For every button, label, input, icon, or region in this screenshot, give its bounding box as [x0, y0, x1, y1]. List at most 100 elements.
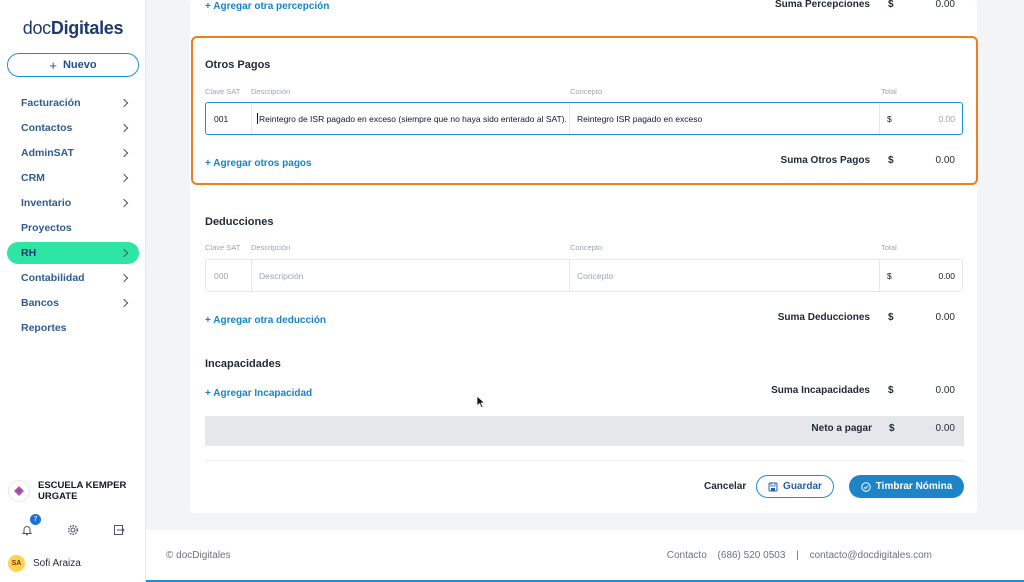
check-circle-icon	[861, 481, 871, 492]
sidebar-item-label: Inventario	[21, 197, 72, 209]
sidebar-item-label: Bancos	[21, 297, 59, 309]
organization-name-line1: ESCUELA KEMPER	[38, 480, 127, 491]
logo-bold-text: Digitales	[50, 18, 124, 38]
footer-copyright: © docDigitales	[166, 550, 231, 561]
section-divider	[205, 460, 964, 461]
sidebar-item-label: Proyectos	[21, 222, 72, 234]
sidebar-item-bancos[interactable]: Bancos	[7, 292, 139, 314]
clave-sat-input[interactable]: 000	[206, 260, 251, 291]
new-button[interactable]: + Nuevo	[7, 53, 139, 77]
add-other-payments-link[interactable]: + Agregar otros pagos	[205, 158, 312, 169]
concepto-input[interactable]: Reintegro ISR pagado en exceso	[569, 103, 879, 134]
save-button-label: Guardar	[783, 481, 822, 492]
text-caret	[257, 113, 258, 124]
column-header-clave: Clave SAT	[205, 243, 241, 252]
clave-sat-value: 001	[214, 113, 229, 124]
add-disability-link[interactable]: + Agregar Incapacidad	[205, 388, 312, 399]
chevron-right-icon	[119, 98, 129, 108]
total-input[interactable]: $ 0.00	[879, 103, 963, 134]
avatar: SA	[8, 555, 25, 572]
logo[interactable]: docDigitales	[0, 18, 146, 39]
logout-icon	[114, 525, 125, 535]
net-pay-label-text: Neto a pagar	[811, 423, 872, 434]
chevron-right-icon	[119, 248, 129, 258]
total-currency: $	[887, 113, 892, 124]
add-perception-link[interactable]: + Agregar otra percepción	[205, 1, 329, 12]
other-payment-row: 001 Reintegro de ISR pagado en exceso (s…	[205, 102, 963, 135]
disabilities-title: Incapacidades	[205, 358, 281, 370]
sidebar-item-label: Reportes	[21, 322, 67, 334]
organization-name-line2: URGATE	[38, 491, 78, 502]
disabilities-sum-label-text: Suma Incapacidades	[771, 385, 870, 396]
sidebar-tools: 7	[14, 514, 132, 541]
concepto-input[interactable]: Concepto	[569, 260, 879, 291]
sidebar-nav: Facturación Contactos AdminSAT CRM Inven…	[7, 92, 139, 342]
gear-icon	[67, 524, 79, 536]
footer: © docDigitales Contacto (686) 520 0503 |…	[146, 530, 1024, 582]
sidebar-item-label: RH	[21, 247, 37, 259]
save-icon	[768, 482, 778, 491]
other-payments-sum-value: 0.00	[935, 155, 955, 166]
sidebar-item-facturacion[interactable]: Facturación	[7, 92, 139, 114]
user-profile[interactable]: SA Sofi Araiza	[8, 555, 81, 572]
perceptions-sum-label-text: Suma Percepciones	[774, 0, 870, 10]
footer-email[interactable]: contacto@docdigitales.com	[810, 550, 932, 561]
descripcion-input[interactable]: Reintegro de ISR pagado en exceso (siemp…	[251, 103, 569, 134]
deductions-title: Deducciones	[205, 216, 274, 228]
sidebar-item-contabilidad[interactable]: Contabilidad	[7, 267, 139, 289]
sidebar-item-contactos[interactable]: Contactos	[7, 117, 139, 139]
bell-icon	[21, 526, 33, 536]
add-deduction-link[interactable]: + Agregar otra deducción	[205, 315, 326, 326]
chevron-right-icon	[119, 148, 129, 158]
notifications-button[interactable]: 7	[14, 514, 41, 541]
column-header-concepto: Concepto	[570, 243, 603, 252]
organization-name: ESCUELA KEMPER URGATE	[38, 480, 126, 502]
notification-count-badge: 7	[30, 514, 41, 525]
total-input[interactable]: $ 0.00	[879, 260, 963, 291]
deductions-sum-label-text: Suma Deducciones	[777, 312, 870, 323]
save-button[interactable]: Guardar	[756, 475, 834, 498]
deduction-row: 000 Descripción Concepto $ 0.00	[205, 259, 963, 292]
payroll-form-card: + Agregar otra percepción Suma Percepcio…	[190, 0, 977, 513]
sidebar-item-inventario[interactable]: Inventario	[7, 192, 139, 214]
column-header-clave: Clave SAT	[205, 87, 241, 96]
organization-switcher[interactable]: ESCUELA KEMPER URGATE	[8, 480, 140, 502]
sidebar-item-reportes[interactable]: Reportes	[7, 317, 139, 339]
sidebar-item-rh[interactable]: RH	[7, 242, 139, 264]
disabilities-sum-currency: $	[888, 385, 894, 396]
descripcion-input[interactable]: Descripción	[251, 260, 569, 291]
settings-button[interactable]	[60, 519, 86, 541]
total-currency: $	[887, 270, 892, 281]
new-button-label: Nuevo	[62, 59, 97, 71]
chevron-right-icon	[119, 273, 129, 283]
total-value: 0.00	[938, 270, 955, 281]
plus-icon: +	[49, 57, 57, 73]
concepto-placeholder: Concepto	[577, 270, 614, 281]
logout-button[interactable]	[106, 519, 132, 541]
perceptions-sum-value: 0.00	[935, 0, 955, 10]
sidebar-item-label: Facturación	[21, 97, 81, 109]
footer-separator: |	[796, 550, 799, 561]
sidebar-item-crm[interactable]: CRM	[7, 167, 139, 189]
cancel-button[interactable]: Cancelar	[704, 481, 746, 492]
footer-contact-label: Contacto	[666, 550, 707, 561]
sidebar-item-adminsat[interactable]: AdminSAT	[7, 142, 139, 164]
chevron-right-icon	[119, 298, 129, 308]
concepto-value: Reintegro ISR pagado en exceso	[577, 113, 703, 124]
perceptions-sum-currency: $	[888, 0, 894, 10]
stamp-payroll-button[interactable]: Timbrar Nómina	[849, 475, 964, 498]
sidebar-item-proyectos[interactable]: Proyectos	[7, 217, 139, 239]
total-placeholder: 0.00	[938, 113, 955, 124]
chevron-right-icon	[119, 198, 129, 208]
column-header-concepto: Concepto	[570, 87, 603, 96]
clave-sat-input[interactable]: 001	[206, 103, 251, 134]
clave-sat-placeholder: 000	[214, 270, 229, 281]
column-header-total: Total	[881, 87, 897, 96]
disabilities-sum-value: 0.00	[935, 385, 955, 396]
mouse-cursor-icon	[476, 395, 486, 409]
footer-phone[interactable]: (686) 520 0503	[718, 550, 786, 561]
other-payments-title: Otros Pagos	[205, 59, 271, 71]
organization-logo-icon	[8, 480, 30, 502]
net-pay-value: 0.00	[935, 423, 955, 434]
descripcion-value: Reintegro de ISR pagado en exceso (siemp…	[259, 113, 567, 124]
